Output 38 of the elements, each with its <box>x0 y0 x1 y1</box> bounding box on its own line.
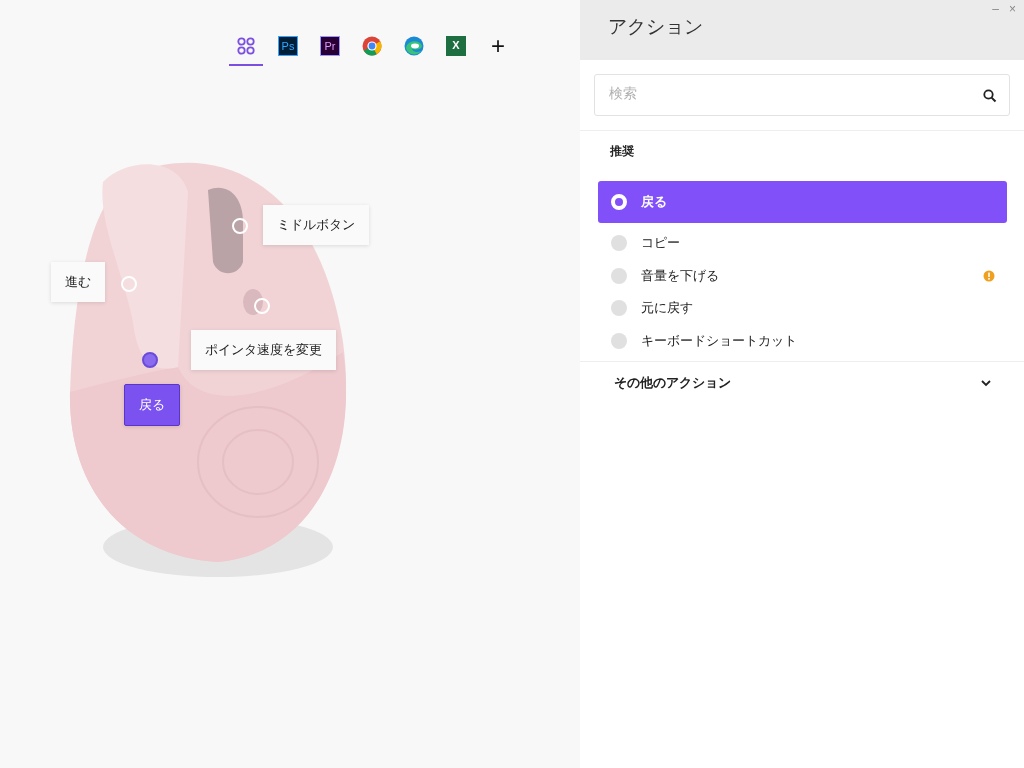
photoshop-icon: Ps <box>278 36 298 56</box>
radio-button <box>611 235 627 252</box>
button-callout[interactable]: 戻る <box>124 384 180 426</box>
action-item[interactable]: キーボードショートカット <box>598 324 1007 357</box>
action-label: キーボードショートカット <box>641 331 798 350</box>
section-label: その他のアクション <box>614 374 731 392</box>
action-label: 戻る <box>641 193 668 211</box>
action-label: 音量を下げる <box>641 266 720 285</box>
app-tab[interactable]: + <box>477 32 519 66</box>
radio-button <box>611 267 627 284</box>
search-icon <box>983 89 997 103</box>
action-item[interactable]: 元に戻す <box>598 292 1007 325</box>
panel-title: アクション <box>607 14 703 39</box>
radio-button <box>611 194 627 210</box>
action-label: コピー <box>641 234 681 253</box>
app-tab[interactable]: Pr <box>309 32 351 66</box>
app-tab[interactable]: X <box>435 32 477 66</box>
grid-icon <box>237 37 255 55</box>
button-callout[interactable]: ミドルボタン <box>263 205 369 245</box>
app-tab[interactable]: Ps <box>267 32 309 66</box>
warning-icon <box>983 269 995 282</box>
chrome-icon <box>362 36 382 56</box>
action-item[interactable]: 音量を下げる <box>598 259 1007 292</box>
spreadsheet-icon: X <box>446 36 466 56</box>
more-actions-row[interactable]: その他のアクション <box>580 362 1024 392</box>
edge-icon <box>404 36 424 56</box>
add-icon: + <box>491 35 505 57</box>
action-label: 元に戻す <box>641 299 694 318</box>
premiere-icon: Pr <box>320 36 340 56</box>
action-item[interactable]: コピー <box>598 227 1007 260</box>
radio-button <box>611 300 627 317</box>
search-field[interactable]: 検索 <box>594 74 1010 116</box>
section-heading: 推奨 <box>609 143 635 160</box>
button-callout[interactable]: ポインタ速度を変更 <box>191 330 336 370</box>
button-callout[interactable]: 進む <box>51 262 105 302</box>
radio-button <box>611 332 627 349</box>
action-item[interactable]: 戻る <box>598 181 1007 223</box>
chevron-icon <box>980 377 992 389</box>
